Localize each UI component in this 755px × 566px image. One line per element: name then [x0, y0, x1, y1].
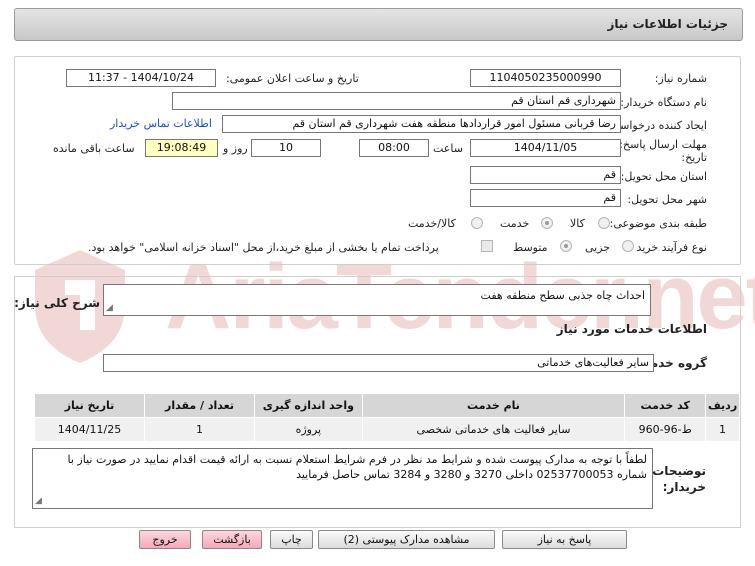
summary-textarea[interactable]: احداث چاه جذبی سطح منطقه هفت ◢: [103, 284, 651, 316]
service-group-field: سایر فعالیت‌های خدماتی: [103, 354, 654, 372]
cell-unit: پروژه: [253, 417, 363, 442]
category-option-service: خدمت: [500, 217, 530, 230]
services-table: ردیف کد خدمت نام خدمت واحد اندازه گیری ت…: [33, 393, 740, 442]
category-radio-goods-service[interactable]: [471, 217, 483, 229]
province-label: استان محل تحویل:: [620, 170, 707, 183]
cell-service-code: ط-96-960: [624, 417, 707, 442]
category-radio-goods[interactable]: [598, 217, 610, 229]
remaining-time-label: ساعت باقی مانده: [53, 142, 135, 155]
deadline-time-label: ساعت: [433, 142, 463, 155]
deadline-label-date: تاریخ:: [681, 151, 707, 164]
exit-button[interactable]: خروج: [139, 530, 191, 549]
col-unit: واحد اندازه گیری: [253, 393, 363, 418]
remaining-time-field: 19:08:49: [145, 139, 218, 157]
col-row: ردیف: [705, 393, 740, 418]
table-header-row: ردیف کد خدمت نام خدمت واحد اندازه گیری ت…: [33, 393, 740, 418]
cell-row: 1: [705, 417, 740, 442]
treasury-payment-checkbox[interactable]: [481, 240, 493, 252]
table-row: 1 ط-96-960 سایر فعالیت های خدماتی شخصی پ…: [33, 417, 740, 442]
process-label: نوع فرآیند خرید :: [629, 241, 707, 254]
back-button[interactable]: بازگشت: [202, 530, 262, 549]
need-number-label: شماره نیاز:: [654, 72, 707, 85]
page-header: جزئیات اطلاعات نیاز: [14, 8, 743, 41]
deadline-time-field: 08:00: [359, 139, 429, 157]
services-title: اطلاعات خدمات مورد نیاز: [556, 322, 707, 336]
view-attachments-button[interactable]: مشاهده مدارک پیوستی (2): [318, 530, 495, 549]
print-button[interactable]: چاپ: [270, 530, 313, 549]
contact-info-link[interactable]: اطلاعات تماس خریدار: [110, 117, 212, 130]
buyer-org-label: نام دستگاه خریدار:: [620, 96, 707, 109]
buyer-notes-text: لطفاً با توجه به مدارک پیوست شده و شرایط…: [67, 453, 648, 481]
buyer-notes-label: توضیحات: [652, 464, 706, 478]
treasury-payment-note: پرداخت تمام یا بخشی از مبلغ خرید،از محل …: [88, 241, 439, 254]
process-radio-minor[interactable]: [622, 240, 634, 252]
need-number-field: 1104050235000990: [470, 69, 621, 87]
col-quantity: تعداد / مقدار: [144, 393, 255, 418]
buyer-notes-textarea[interactable]: لطفاً با توجه به مدارک پیوست شده و شرایط…: [32, 448, 653, 509]
summary-text: احداث چاه جذبی سطح منطقه هفت: [480, 289, 645, 302]
creator-field: رضا قربانی مسئول امور قراردادها منطقه هف…: [222, 115, 621, 133]
process-option-minor: جزیی: [585, 241, 611, 254]
cell-need-date: 1404/11/25: [33, 417, 146, 442]
deadline-date-field: 1404/11/05: [470, 139, 621, 157]
process-option-medium: متوسط: [513, 241, 548, 254]
buyer-notes-label-2: خریدار:: [662, 480, 706, 494]
deadline-label: مهلت ارسال پاسخ: تا: [609, 138, 707, 151]
col-service-code: کد خدمت: [624, 393, 707, 418]
col-need-date: تاریخ نیاز: [33, 393, 146, 418]
category-label: طبقه بندی موضوعی:: [609, 217, 707, 230]
announce-label: تاریخ و ساعت اعلان عمومی:: [226, 72, 359, 85]
category-radio-service[interactable]: [541, 217, 553, 229]
page-title: جزئیات اطلاعات نیاز: [607, 17, 728, 31]
cell-service-name: سایر فعالیت های خدماتی شخصی: [361, 417, 626, 442]
summary-label: شرح کلی نیاز:: [14, 296, 100, 310]
resize-grip-icon[interactable]: ◢: [106, 304, 113, 313]
city-label: شهر محل تحویل:: [627, 193, 707, 206]
process-radio-medium[interactable]: [560, 240, 572, 252]
col-service-name: نام خدمت: [361, 393, 626, 418]
province-field: قم: [470, 166, 621, 184]
days-label: روز و: [223, 142, 248, 155]
resize-grip-icon[interactable]: ◢: [35, 497, 42, 506]
need-info-panel: [14, 56, 741, 265]
category-option-goods-service: کالا/خدمت: [408, 217, 456, 230]
category-option-goods: کالا: [570, 217, 585, 230]
announce-datetime-field: 1404/10/24 - 11:37: [66, 69, 216, 87]
cell-quantity: 1: [144, 417, 255, 442]
days-remaining-field: 10: [251, 139, 321, 157]
reply-button[interactable]: پاسخ به نیاز: [502, 530, 627, 549]
city-field: قم: [470, 189, 621, 207]
buyer-org-field: شهرداری قم استان قم: [172, 92, 621, 110]
